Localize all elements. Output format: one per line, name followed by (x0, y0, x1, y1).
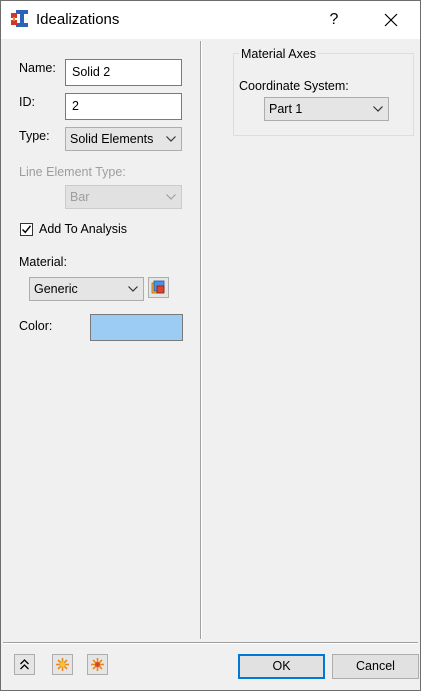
close-icon (384, 13, 398, 27)
coordinate-system-dropdown[interactable]: Part 1 (264, 97, 389, 121)
create-button[interactable] (52, 654, 73, 675)
material-browser-button[interactable] (148, 277, 169, 298)
ok-button[interactable]: OK (238, 654, 325, 679)
cancel-button[interactable]: Cancel (332, 654, 419, 679)
id-field[interactable]: 2 (65, 93, 182, 120)
edit-button[interactable] (87, 654, 108, 675)
material-value: Generic (34, 282, 78, 296)
create-icon (56, 658, 69, 671)
chevron-down-icon (373, 106, 383, 112)
type-label: Type: (19, 129, 50, 143)
check-icon (22, 225, 32, 234)
add-to-analysis-label[interactable]: Add To Analysis (39, 222, 127, 236)
name-label: Name: (19, 61, 56, 75)
collapse-button[interactable] (14, 654, 35, 675)
collapse-icon (20, 659, 29, 670)
idealizations-dialog: Idealizations ? Name: Solid 2 ID: 2 Type… (0, 0, 421, 691)
coordinate-system-label: Coordinate System: (239, 79, 349, 93)
panel-divider (200, 41, 202, 639)
footer-divider (3, 642, 418, 644)
close-button[interactable] (373, 7, 409, 33)
material-axes-title: Material Axes (239, 47, 319, 61)
line-element-type-label: Line Element Type: (19, 165, 126, 179)
help-button[interactable]: ? (317, 7, 351, 33)
line-element-type-dropdown: Bar (65, 185, 182, 209)
title-bar: Idealizations ? (1, 1, 420, 39)
coordinate-system-value: Part 1 (269, 102, 303, 116)
dialog-body: Name: Solid 2 ID: 2 Type: Solid Elements… (1, 39, 420, 690)
app-icon (10, 9, 30, 29)
color-label: Color: (19, 319, 53, 333)
window-title: Idealizations (36, 11, 120, 28)
material-dropdown[interactable]: Generic (29, 277, 144, 301)
chevron-down-icon (166, 136, 176, 142)
material-axes-group (233, 53, 414, 136)
edit-icon (91, 658, 104, 671)
material-label: Material: (19, 255, 67, 269)
type-dropdown[interactable]: Solid Elements (65, 127, 182, 151)
type-value: Solid Elements (70, 132, 154, 146)
material-browser-icon (151, 280, 165, 294)
name-field[interactable]: Solid 2 (65, 59, 182, 86)
chevron-down-icon (128, 286, 138, 292)
chevron-down-icon (166, 194, 176, 200)
color-swatch[interactable] (90, 314, 183, 341)
add-to-analysis-checkbox[interactable] (20, 223, 33, 236)
line-element-type-value: Bar (70, 190, 90, 204)
id-label: ID: (19, 95, 35, 109)
